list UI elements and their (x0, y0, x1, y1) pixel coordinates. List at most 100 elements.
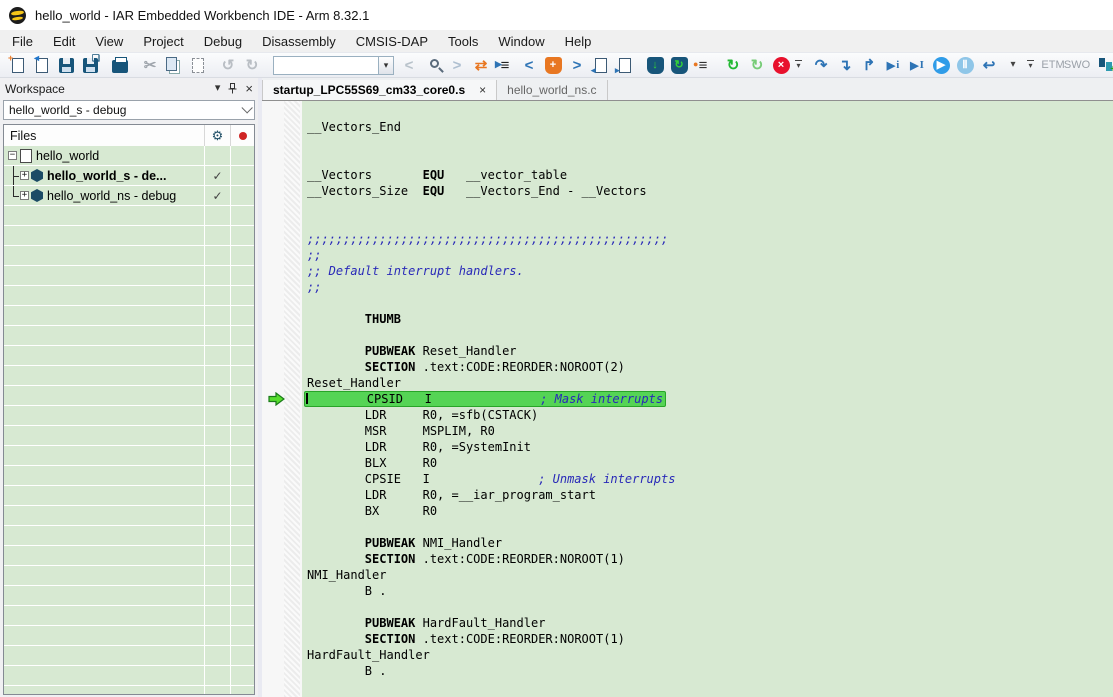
download-and-debug-button[interactable]: ↓ (643, 53, 667, 77)
code-line[interactable]: __Vectors EQU __vector_table (307, 167, 1113, 183)
code-line[interactable] (307, 135, 1113, 151)
code-line[interactable]: SECTION .text:CODE:REORDER:NOROOT(1) (307, 551, 1113, 567)
reset-options-caret-button[interactable]: ▾ (1001, 53, 1025, 77)
code-line[interactable]: ;; (307, 247, 1113, 263)
prev-document-button[interactable]: ◂ (589, 53, 613, 77)
code-line-current[interactable]: CPSID I ; Mask interrupts (307, 391, 1113, 407)
code-line[interactable]: BX R0 (307, 503, 1113, 519)
editor-gutter[interactable] (262, 101, 302, 697)
tree-item-hello-world[interactable]: −hello_world (4, 146, 254, 166)
config-selector[interactable]: hello_world_s - debug (3, 100, 255, 120)
open-file-button[interactable]: ◄ (30, 53, 54, 77)
code-line[interactable] (307, 151, 1113, 167)
print-button[interactable] (108, 53, 132, 77)
tab-close-icon[interactable]: × (479, 83, 486, 97)
code-line[interactable]: MSR MSPLIM, R0 (307, 423, 1113, 439)
menu-disassembly[interactable]: Disassembly (252, 30, 346, 52)
code-line[interactable]: ;; (307, 279, 1113, 295)
find-input[interactable] (273, 56, 378, 75)
workspace-menu-caret-icon[interactable]: ▾ (215, 83, 221, 94)
copy-button[interactable] (162, 53, 186, 77)
nav-back-button[interactable]: < (397, 53, 421, 77)
tree-item-hello-world-ns-debug[interactable]: +hello_world_ns - debug✓ (4, 186, 254, 206)
code-line[interactable] (307, 599, 1113, 615)
menu-tools[interactable]: Tools (438, 30, 488, 52)
tab-hello-world-ns-c[interactable]: hello_world_ns.c (497, 80, 607, 100)
save-all-button[interactable]: ❏ (78, 53, 102, 77)
nav-forward-button[interactable]: > (445, 53, 469, 77)
code-area[interactable]: __Vectors_End__Vectors EQU __vector_tabl… (302, 101, 1113, 697)
debug-toolbar-overflow-icon[interactable]: ▾ (1027, 54, 1034, 76)
code-line[interactable]: HardFault_Handler (307, 647, 1113, 663)
pause-button[interactable]: Ⅱ (953, 53, 977, 77)
expand-icon[interactable]: + (20, 191, 29, 200)
break-button[interactable]: ↻ (745, 53, 769, 77)
find-swap-button[interactable]: ⇄ (469, 53, 493, 77)
code-line[interactable]: THUMB (307, 311, 1113, 327)
code-line[interactable] (307, 295, 1113, 311)
debug-without-downloading-button[interactable]: ↻ (667, 53, 691, 77)
find-dropdown-button[interactable]: ▾ (378, 56, 394, 75)
pin-icon[interactable] (228, 83, 237, 94)
tab-startup-LPC55S69-cm33-core0-s[interactable]: startup_LPC55S69_cm33_core0.s× (262, 80, 497, 100)
save-button[interactable] (54, 53, 78, 77)
code-line[interactable] (307, 199, 1113, 215)
code-line[interactable]: LDR R0, =sfb(CSTACK) (307, 407, 1113, 423)
code-line[interactable]: SECTION .text:CODE:REORDER:NOROOT(1) (307, 631, 1113, 647)
etm-button[interactable]: ETM (1041, 53, 1065, 77)
collapse-icon[interactable]: − (8, 151, 17, 160)
code-line[interactable]: PUBWEAK NMI_Handler (307, 535, 1113, 551)
code-line[interactable]: PUBWEAK HardFault_Handler (307, 615, 1113, 631)
find-combobox[interactable]: ▾ (273, 56, 394, 75)
code-line[interactable]: CPSIE I ; Unmask interrupts (307, 471, 1113, 487)
reset-button[interactable]: ↻ (721, 53, 745, 77)
code-line[interactable] (307, 679, 1113, 695)
toggle-breakpoint-button[interactable]: + (541, 53, 565, 77)
menu-debug[interactable]: Debug (194, 30, 252, 52)
code-line[interactable]: Reset_Handler (307, 375, 1113, 391)
code-line[interactable] (307, 215, 1113, 231)
menu-window[interactable]: Window (488, 30, 554, 52)
swo-button[interactable]: SWO (1065, 53, 1089, 77)
menu-cmsis-dap[interactable]: CMSIS-DAP (346, 30, 438, 52)
menu-help[interactable]: Help (555, 30, 602, 52)
next-document-button[interactable]: ▸ (613, 53, 637, 77)
redo-button[interactable]: ↻ (240, 53, 264, 77)
breakpoints-window-button[interactable]: ≡● (691, 53, 715, 77)
goto-list-button[interactable]: ≡▶ (493, 53, 517, 77)
toolbar-overflow-icon[interactable]: ▾ (795, 54, 802, 76)
code-line[interactable]: __Vectors_Size EQU __Vectors_End - __Vec… (307, 183, 1113, 199)
stop-debugger-button[interactable]: × (769, 53, 793, 77)
code-line[interactable]: LDR R0, =__iar_program_start (307, 487, 1113, 503)
code-line[interactable] (307, 519, 1113, 535)
workspace-close-icon[interactable]: × (245, 82, 253, 95)
new-file-button[interactable]: + (6, 53, 30, 77)
step-over-button[interactable]: ↷ (809, 53, 833, 77)
memory-add-button[interactable]: + (1094, 53, 1113, 77)
code-line[interactable]: PUBWEAK Reset_Handler (307, 343, 1113, 359)
code-line[interactable] (307, 327, 1113, 343)
cut-button[interactable]: ✂ (138, 53, 162, 77)
step-into-button[interactable]: ↴ (833, 53, 857, 77)
undo-button[interactable]: ↺ (216, 53, 240, 77)
tree-item-hello-world-s-de-[interactable]: +hello_world_s - de...✓ (4, 166, 254, 186)
code-line[interactable]: LDR R0, =SystemInit (307, 439, 1113, 455)
next-statement-button[interactable]: ▶i (881, 53, 905, 77)
code-line[interactable]: B . (307, 663, 1113, 679)
paste-button[interactable] (186, 53, 210, 77)
reset-return-button[interactable]: ↩ (977, 53, 1001, 77)
menu-view[interactable]: View (85, 30, 133, 52)
prev-bookmark-button[interactable]: < (517, 53, 541, 77)
next-bookmark-button[interactable]: > (565, 53, 589, 77)
expand-icon[interactable]: + (20, 171, 29, 180)
find-button[interactable] (421, 53, 445, 77)
code-line[interactable]: ;; Default interrupt handlers. (307, 263, 1113, 279)
code-line[interactable]: SECTION .text:CODE:REORDER:NOROOT(2) (307, 359, 1113, 375)
code-line[interactable]: BLX R0 (307, 455, 1113, 471)
gear-icon[interactable]: ⚙ (212, 128, 224, 144)
run-to-cursor-button[interactable]: ▶I (905, 53, 929, 77)
menu-file[interactable]: File (2, 30, 43, 52)
code-line[interactable]: B . (307, 583, 1113, 599)
step-out-button[interactable]: ↱ (857, 53, 881, 77)
menu-project[interactable]: Project (133, 30, 193, 52)
